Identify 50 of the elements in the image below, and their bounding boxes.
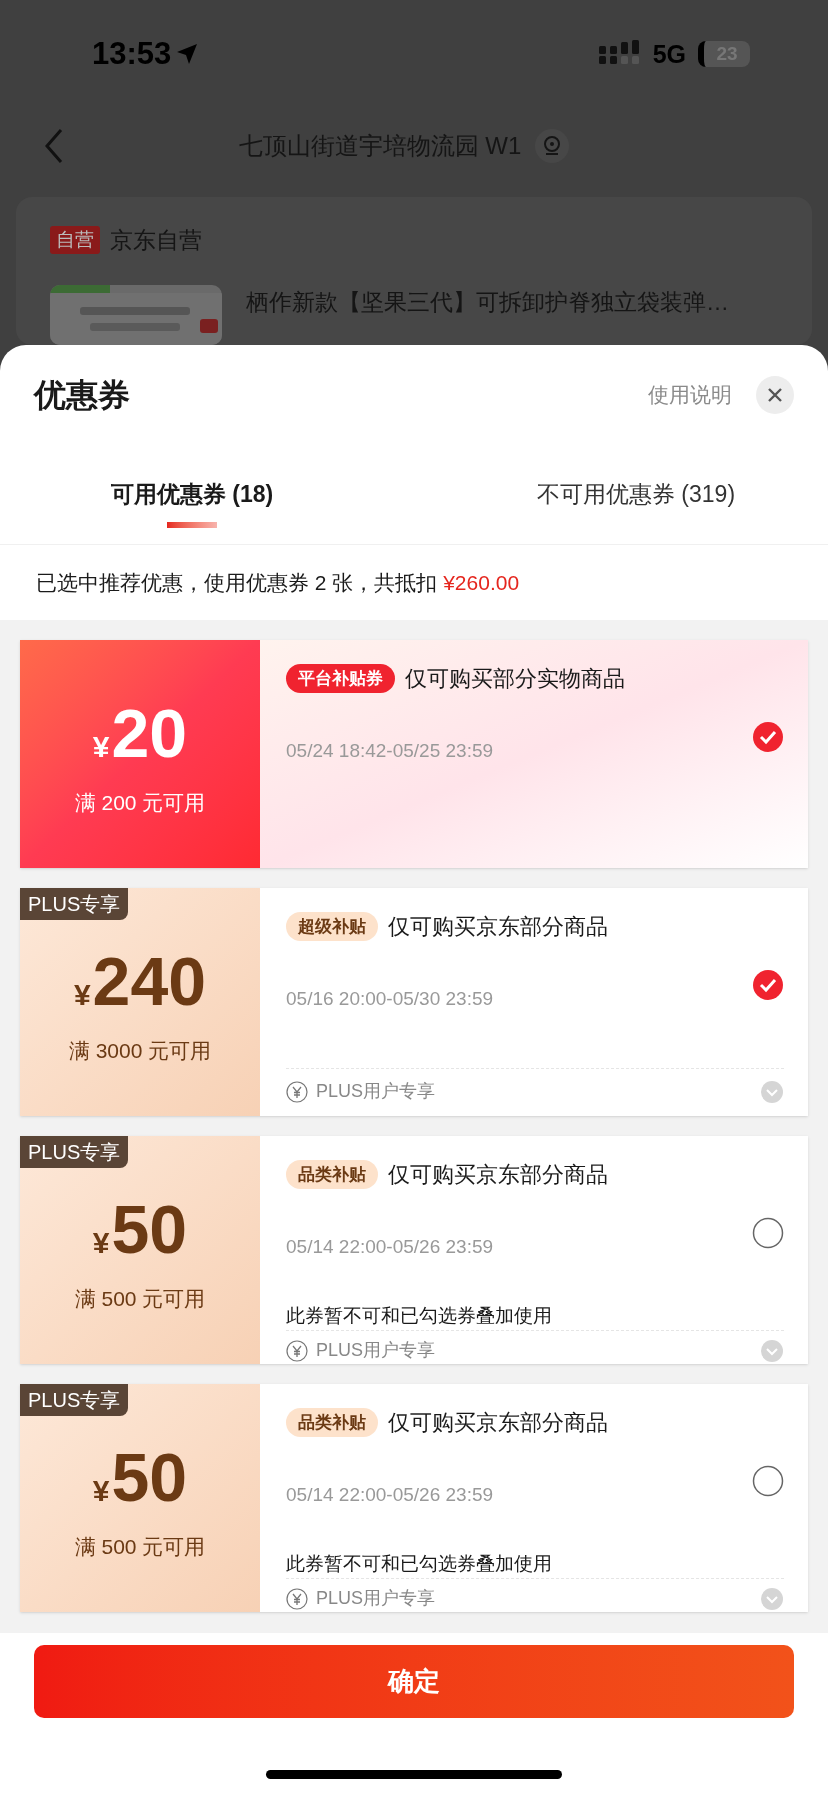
coupon-validity: 05/14 22:00-05/26 23:59 [286, 1235, 495, 1259]
coupon-amount: 50 [111, 1195, 188, 1264]
close-button[interactable] [756, 376, 794, 414]
coupon-threshold: 满 500 元可用 [74, 1534, 206, 1561]
coupon-tag: 品类补贴 [286, 1407, 378, 1438]
coupon-validity: 05/14 22:00-05/26 23:59 [286, 1483, 495, 1507]
coupon-tag: 平台补贴券 [286, 663, 395, 694]
coupon-footer-text: PLUS用户专享 [316, 1587, 437, 1610]
store-badge: 自营 [50, 225, 100, 254]
coupon-description: 仅可购买京东部分商品 [388, 1409, 608, 1437]
coupon-amount: 50 [111, 1443, 188, 1512]
coupon-tab[interactable]: 可用优惠券 (18) [0, 445, 414, 544]
coupon-validity: 05/16 20:00-05/30 23:59 [286, 987, 494, 1011]
coupon-amount: 240 [92, 947, 207, 1016]
coupon-validity: 05/24 18:42-05/25 23:59 [286, 739, 494, 763]
coupon-footer-text: PLUS用户专享 [316, 1080, 437, 1103]
coupon-tag: 品类补贴 [286, 1159, 378, 1190]
yen-circle-icon [286, 1080, 308, 1103]
status-time: 13:53 [92, 35, 172, 74]
plus-badge: PLUS专享 [20, 1136, 129, 1168]
coupon-description: 仅可购买京东部分商品 [388, 1161, 608, 1189]
yen-circle-icon [286, 1339, 308, 1362]
sheet-title: 优惠券 [34, 376, 131, 415]
unchecked-checkbox[interactable] [752, 1217, 784, 1249]
unchecked-checkbox[interactable] [752, 1465, 784, 1497]
close-icon [767, 387, 783, 403]
checked-checkbox[interactable] [752, 969, 784, 1001]
plus-badge: PLUS专享 [20, 1384, 129, 1416]
coupon-amount: 20 [111, 699, 188, 768]
currency-symbol: ¥ [92, 1225, 110, 1262]
plus-badge: PLUS专享 [20, 888, 129, 920]
coupon-footer-text: PLUS用户专享 [316, 1339, 437, 1362]
selection-summary: 已选中推荐优惠，使用优惠券 2 张，共抵扣 ¥260.00 [36, 569, 520, 596]
yen-circle-icon [286, 1587, 308, 1610]
coupon-description: 仅可购买部分实物商品 [405, 665, 625, 693]
coupon-threshold: 满 500 元可用 [74, 1286, 206, 1313]
network-label: 5G [652, 38, 686, 70]
currency-symbol: ¥ [73, 977, 91, 1014]
coupon-tag: 超级补贴 [286, 911, 378, 942]
coupon-description: 仅可购买京东部分商品 [388, 913, 608, 941]
currency-symbol: ¥ [92, 729, 110, 766]
coupon-tab[interactable]: 不可用优惠券 (319) [414, 445, 828, 544]
currency-symbol: ¥ [92, 1473, 110, 1510]
checked-checkbox[interactable] [752, 721, 784, 753]
coupon-threshold: 满 3000 元可用 [68, 1038, 212, 1065]
confirm-button[interactable]: 确定 [34, 1645, 794, 1718]
coupon-note: 此券暂不可和已勾选券叠加使用 [286, 1551, 552, 1576]
coupon-note: 此券暂不可和已勾选券叠加使用 [286, 1303, 552, 1328]
coupon-threshold: 满 200 元可用 [74, 790, 206, 817]
usage-help-link[interactable]: 使用说明 [648, 379, 732, 411]
